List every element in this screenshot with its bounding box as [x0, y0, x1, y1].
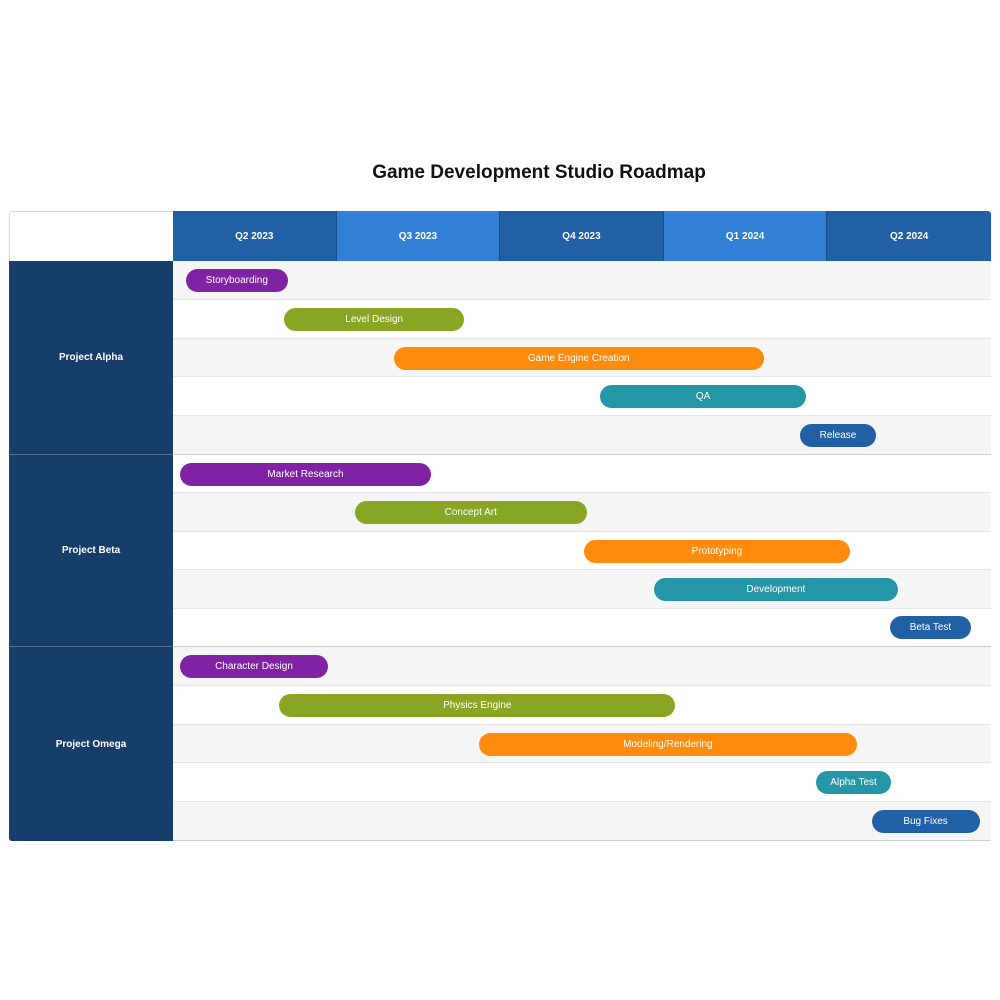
task-bar[interactable]: Beta Test [889, 616, 972, 640]
project-label: Project Omega [9, 647, 173, 841]
gantt-table: Q2 2023 Q3 2023 Q4 2023 Q1 2024 Q2 2024 Proje… [9, 211, 991, 841]
project-label: Project Alpha [9, 261, 173, 455]
task-bar[interactable]: Modeling/Rendering [478, 732, 857, 756]
task-row [173, 531, 991, 571]
task-row [173, 608, 991, 647]
task-bar[interactable]: Release [799, 424, 877, 448]
task-bar[interactable]: Game Engine Creation [393, 346, 764, 370]
quarter-header: Q2 2024 [827, 211, 991, 261]
project-label: Project Beta [9, 455, 173, 647]
task-bar[interactable]: Bug Fixes [871, 810, 980, 834]
task-bar[interactable]: Level Design [284, 307, 465, 331]
header-corner [9, 211, 173, 262]
quarter-header: Q3 2023 [336, 211, 501, 261]
task-bar[interactable]: QA [599, 385, 807, 409]
task-bar[interactable]: Storyboarding [186, 268, 288, 292]
task-row [173, 377, 991, 417]
task-row [173, 261, 991, 300]
chart-title: Game Development Studio Roadmap [372, 162, 706, 183]
quarter-header: Q2 2023 [173, 211, 337, 261]
quarter-header: Q1 2024 [663, 211, 828, 261]
task-bar[interactable]: Market Research [179, 462, 432, 486]
task-bar[interactable]: Development [653, 577, 898, 601]
task-bar[interactable]: Physics Engine [279, 693, 676, 717]
task-bar[interactable]: Character Design [179, 654, 329, 678]
task-row [173, 802, 991, 841]
task-bar[interactable]: Alpha Test [815, 771, 892, 795]
task-bar[interactable]: Concept Art [354, 501, 587, 525]
task-bar[interactable]: Prototyping [583, 539, 851, 563]
quarter-header: Q4 2023 [500, 211, 664, 261]
